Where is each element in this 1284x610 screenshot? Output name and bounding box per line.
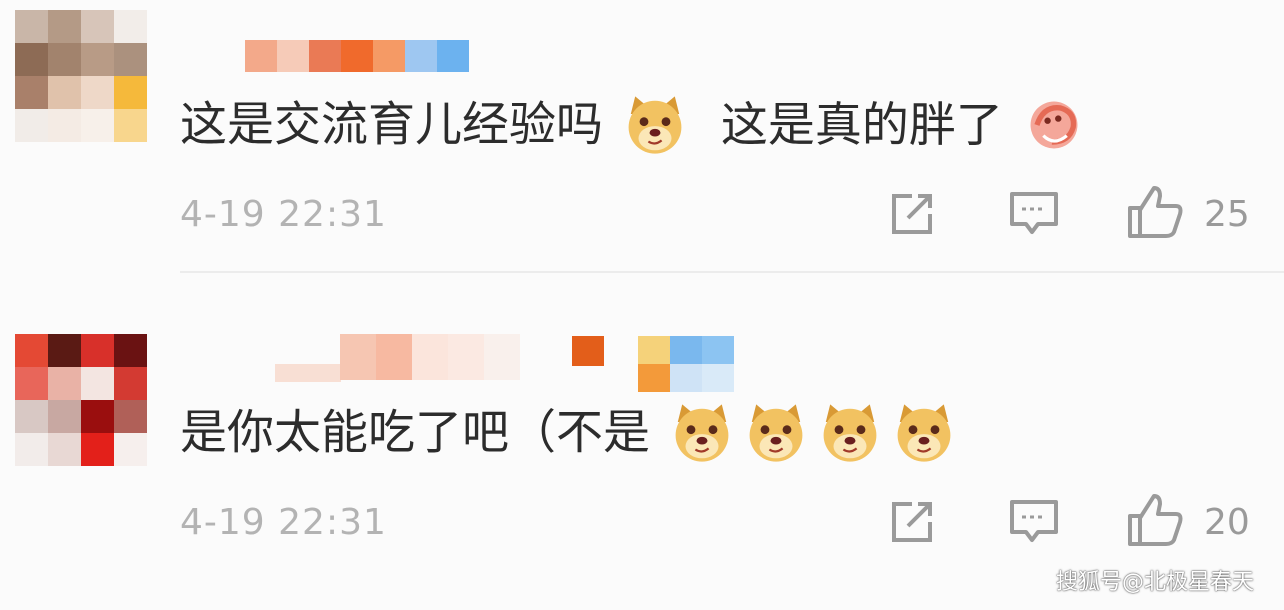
share-icon[interactable] <box>888 500 936 544</box>
comment-text-part2: 这是真的胖了 <box>720 97 1003 153</box>
username-blurred-line <box>275 364 341 382</box>
timestamp: 4-19 22:31 <box>180 194 387 235</box>
doge-emoji-icon <box>897 404 951 462</box>
shrimp-sticker-emoji-icon <box>1030 101 1078 149</box>
watermark: 搜狐号@北极星春天 <box>1055 570 1254 595</box>
comment-divider <box>180 271 1284 273</box>
like-count: 25 <box>1204 194 1250 235</box>
doge-emoji-icon <box>749 404 803 462</box>
user-badge-blurred <box>638 336 734 392</box>
thumbs-up-icon[interactable] <box>1126 184 1184 240</box>
share-icon[interactable] <box>888 192 936 236</box>
avatar[interactable] <box>15 10 147 142</box>
user-badge-blurred <box>572 336 604 366</box>
username-blurred[interactable] <box>245 40 469 72</box>
comment-item-1: 这是交流育儿经验吗 这是真的胖了 4-19 22:31 25 <box>0 0 1284 272</box>
comment-text: 这是交流育儿经验吗 这是真的胖了 <box>180 92 1090 158</box>
comment-item-2: 是你太能吃了吧（不是 4-19 22:31 20 <box>0 274 1284 610</box>
comment-icon[interactable] <box>1008 190 1060 238</box>
username-blurred[interactable] <box>340 334 520 380</box>
timestamp: 4-19 22:31 <box>180 502 387 543</box>
comment-text-part1: 这是交流育儿经验吗 <box>180 97 603 153</box>
like-count: 20 <box>1204 502 1250 543</box>
comment-icon[interactable] <box>1008 498 1060 546</box>
doge-emoji-icon <box>675 404 729 462</box>
avatar[interactable] <box>15 334 147 466</box>
comment-text: 是你太能吃了吧（不是 <box>180 400 961 466</box>
thumbs-up-icon[interactable] <box>1126 492 1184 548</box>
doge-emoji-icon <box>823 404 877 462</box>
comment-text-part1: 是你太能吃了吧（不是 <box>180 405 650 461</box>
doge-emoji-icon <box>628 96 682 154</box>
